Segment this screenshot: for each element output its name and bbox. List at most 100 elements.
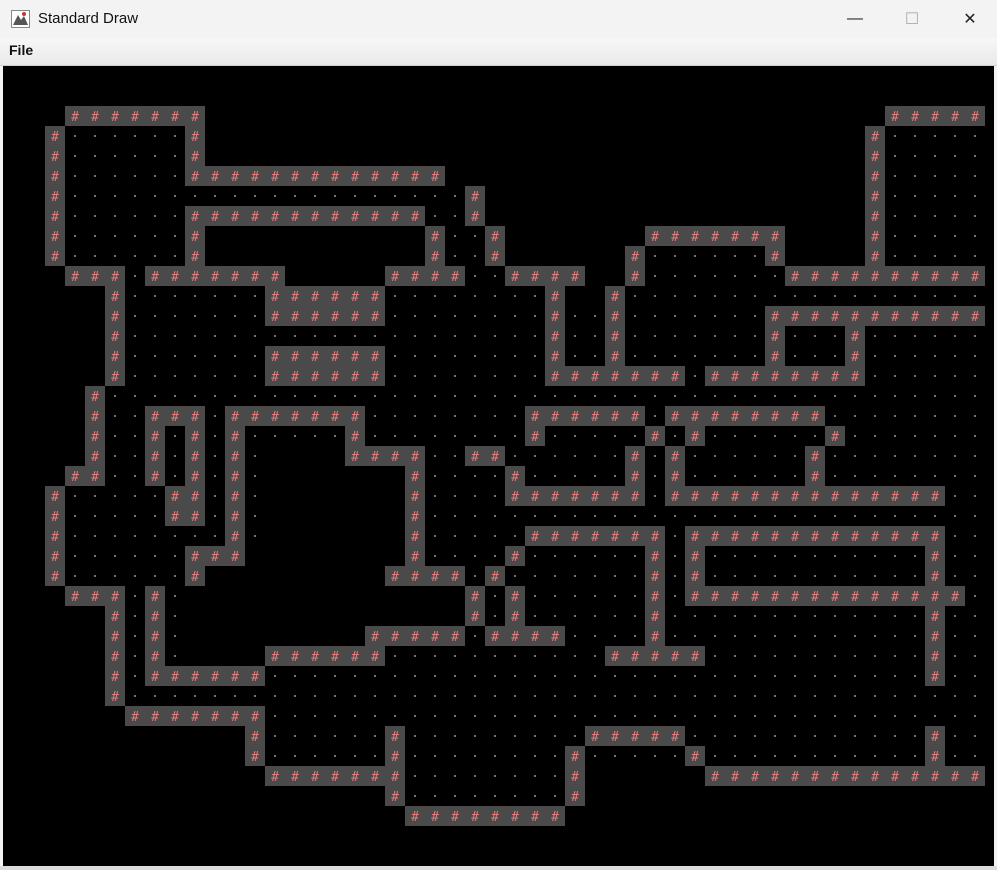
wall-tile: # xyxy=(45,506,65,526)
minimize-button[interactable]: — xyxy=(826,0,884,38)
wall-tile: # xyxy=(605,726,625,746)
wall-tile: # xyxy=(365,166,385,186)
wall-tile: # xyxy=(685,226,705,246)
floor-tile xyxy=(114,475,116,477)
wall-tile: # xyxy=(845,366,865,386)
floor-tile xyxy=(134,495,136,497)
floor-tile xyxy=(734,315,736,317)
svg-text:#: # xyxy=(471,190,479,205)
floor-tile xyxy=(694,455,696,457)
svg-text:#: # xyxy=(691,430,699,445)
svg-text:#: # xyxy=(731,530,739,545)
floor-tile xyxy=(594,615,596,617)
draw-canvas[interactable]: # # # # # # # # # # # # # # # # # # # # # # # # # # # # # # # # # # # # # # # #… xyxy=(3,66,994,866)
floor-tile xyxy=(854,715,856,717)
wall-tile: # xyxy=(645,226,665,246)
menu-file[interactable]: File xyxy=(9,42,33,58)
floor-tile xyxy=(174,615,176,617)
wall-tile: # xyxy=(325,646,345,666)
wall-tile: # xyxy=(605,646,625,666)
wall-tile: # xyxy=(665,646,685,666)
svg-text:#: # xyxy=(791,590,799,605)
svg-text:#: # xyxy=(171,510,179,525)
svg-text:#: # xyxy=(811,410,819,425)
floor-tile xyxy=(674,515,676,517)
floor-tile xyxy=(914,355,916,357)
floor-tile xyxy=(814,635,816,637)
svg-text:#: # xyxy=(551,270,559,285)
svg-text:#: # xyxy=(911,590,919,605)
svg-text:#: # xyxy=(711,410,719,425)
floor-tile xyxy=(594,715,596,717)
svg-text:#: # xyxy=(271,770,279,785)
svg-text:#: # xyxy=(391,270,399,285)
svg-text:#: # xyxy=(391,170,399,185)
floor-tile xyxy=(134,415,136,417)
floor-tile xyxy=(254,455,256,457)
wall-tile: # xyxy=(945,766,965,786)
svg-text:#: # xyxy=(151,650,159,665)
floor-tile xyxy=(174,295,176,297)
floor-tile xyxy=(854,675,856,677)
svg-text:#: # xyxy=(931,270,939,285)
floor-tile xyxy=(394,375,396,377)
floor-tile xyxy=(474,555,476,557)
svg-text:#: # xyxy=(871,150,879,165)
wall-tile: # xyxy=(325,206,345,226)
wall-tile: # xyxy=(285,406,305,426)
floor-tile xyxy=(934,395,936,397)
floor-tile xyxy=(674,555,676,557)
floor-tile xyxy=(614,455,616,457)
floor-tile xyxy=(174,695,176,697)
svg-text:#: # xyxy=(971,270,979,285)
floor-tile xyxy=(534,335,536,337)
svg-text:#: # xyxy=(791,770,799,785)
maximize-button[interactable]: ☐ xyxy=(883,0,941,38)
close-button[interactable]: ✕ xyxy=(941,0,997,38)
svg-text:#: # xyxy=(831,430,839,445)
wall-tile: # xyxy=(405,266,425,286)
floor-tile xyxy=(334,435,336,437)
wall-tile: # xyxy=(425,566,445,586)
floor-tile xyxy=(474,715,476,717)
floor-tile xyxy=(514,415,516,417)
svg-text:#: # xyxy=(771,770,779,785)
wall-tile: # xyxy=(925,546,945,566)
floor-tile xyxy=(914,375,916,377)
wall-tile: # xyxy=(605,406,625,426)
svg-text:#: # xyxy=(251,730,259,745)
svg-text:#: # xyxy=(71,590,79,605)
floor-tile xyxy=(474,335,476,337)
floor-tile xyxy=(834,735,836,737)
svg-text:#: # xyxy=(611,530,619,545)
floor-tile xyxy=(914,455,916,457)
wall-tile: # xyxy=(85,406,105,426)
floor-tile xyxy=(954,175,956,177)
svg-text:#: # xyxy=(211,270,219,285)
floor-tile xyxy=(874,475,876,477)
floor-tile xyxy=(514,375,516,377)
floor-tile xyxy=(594,575,596,577)
floor-tile xyxy=(694,675,696,677)
svg-text:#: # xyxy=(111,110,119,125)
svg-text:#: # xyxy=(331,370,339,385)
svg-text:#: # xyxy=(791,530,799,545)
floor-tile xyxy=(494,395,496,397)
svg-text:#: # xyxy=(971,310,979,325)
wall-tile: # xyxy=(385,266,405,286)
floor-tile xyxy=(574,675,576,677)
wall-tile: # xyxy=(745,526,765,546)
wall-tile: # xyxy=(865,226,885,246)
wall-tile: # xyxy=(965,306,985,326)
svg-text:#: # xyxy=(371,210,379,225)
floor-tile xyxy=(854,575,856,577)
floor-tile xyxy=(494,795,496,797)
floor-tile xyxy=(294,695,296,697)
svg-text:#: # xyxy=(571,410,579,425)
wall-tile: # xyxy=(365,646,385,666)
wall-tile: # xyxy=(185,446,205,466)
floor-tile xyxy=(854,695,856,697)
svg-text:#: # xyxy=(71,470,79,485)
floor-tile xyxy=(254,315,256,317)
floor-tile xyxy=(434,735,436,737)
